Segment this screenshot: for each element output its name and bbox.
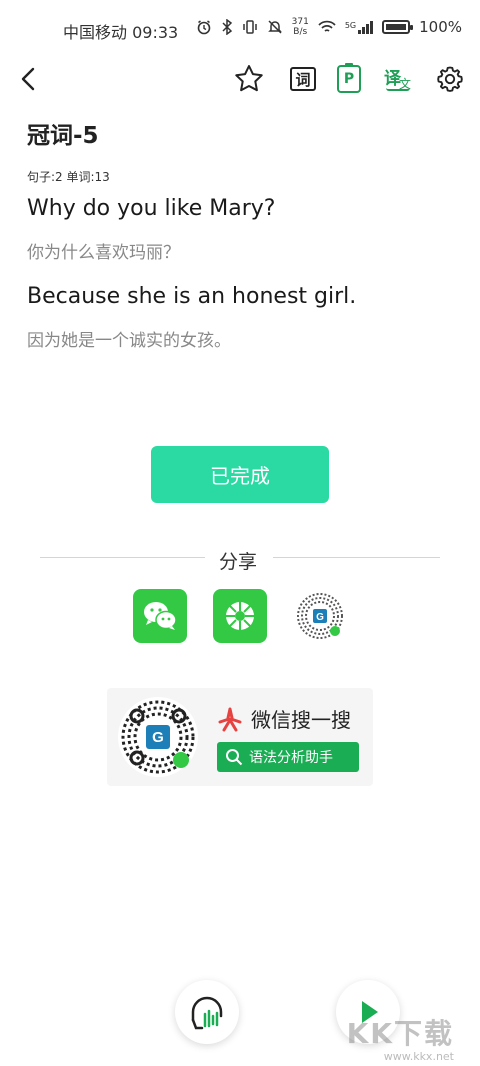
sentence-en[interactable]: Because she is an honest girl.: [27, 284, 356, 309]
favorite-button[interactable]: [232, 62, 266, 96]
share-label: 分享: [219, 551, 258, 573]
share-moments-button[interactable]: [213, 589, 267, 643]
lesson-counts: 句子:2 单词:13: [27, 170, 110, 184]
watermark-url: www.kkx.net: [383, 1050, 454, 1063]
miniprogram-qr-code: G: [117, 696, 199, 778]
network-type: 5G: [344, 20, 357, 30]
mute-bell-icon: [267, 20, 282, 34]
share-wechat-button[interactable]: [133, 589, 187, 643]
sentence-en[interactable]: Why do you like Mary?: [27, 196, 275, 221]
gear-icon: [437, 66, 463, 92]
vocab-icon: 词: [290, 67, 316, 91]
pinyin-button[interactable]: P: [332, 62, 366, 96]
settings-button[interactable]: [433, 62, 467, 96]
carrier-time: 中国移动 09:33: [63, 23, 179, 42]
headphone-waveform-icon: [191, 996, 223, 1030]
clipboard-p-icon: P: [337, 63, 361, 93]
status-icons: 371 B/s 5G 100%: [196, 17, 462, 37]
svg-text:G: G: [152, 729, 164, 746]
qr-code-icon: G: [118, 697, 198, 777]
listen-button[interactable]: [175, 980, 239, 1044]
wechat-search-button-text: 语法分析助手: [249, 750, 333, 766]
moments-shutter-icon: [226, 602, 254, 630]
vocab-button[interactable]: 词: [286, 62, 320, 96]
share-miniprogram-button[interactable]: G: [293, 589, 347, 643]
sentence-cn: 因为她是一个诚实的女孩。: [27, 331, 231, 351]
bluetooth-icon: [222, 19, 232, 35]
wechat-search-button[interactable]: 语法分析助手: [217, 742, 359, 772]
alarm-icon: [197, 20, 210, 35]
completed-button[interactable]: 已完成: [151, 446, 329, 503]
miniprogram-code-icon: G: [295, 591, 345, 641]
sentence-cn: 你为什么喜欢玛丽？: [27, 243, 180, 263]
divider-left: [40, 557, 205, 558]
translate-button[interactable]: 译 文: [381, 62, 415, 96]
search-icon: [226, 749, 243, 766]
wechat-search-card[interactable]: G 微信搜一搜 语法分析助手: [107, 688, 373, 786]
net-speed-value: 371: [291, 17, 309, 27]
star-icon: [235, 65, 263, 92]
wifi-icon: [318, 20, 336, 32]
back-button[interactable]: [14, 64, 44, 94]
wechat-search-title-text: 微信搜一搜: [251, 708, 351, 732]
wechat-search-logo-icon: [218, 707, 242, 731]
translate-icon: 译 文: [382, 64, 414, 94]
status-bar: 中国移动 09:33 371 B/s 5G 100%: [0, 0, 480, 56]
watermark-logo: KK下载: [346, 1017, 454, 1050]
lesson-title: 冠词-5: [27, 123, 99, 149]
wechat-search-title: 微信搜一搜: [217, 704, 351, 733]
p-icon-char: P: [343, 71, 355, 87]
battery-icon: [382, 20, 414, 34]
signal-icon: 5G: [344, 20, 374, 34]
toolbar: 词 P 译 文: [0, 56, 480, 102]
battery-percent: 100%: [419, 18, 462, 36]
battery-fill: [386, 24, 407, 30]
wechat-icon: [144, 602, 177, 630]
net-speed: 371 B/s: [292, 17, 309, 37]
net-speed-unit: B/s: [293, 27, 308, 37]
vibrate-icon: [242, 20, 257, 34]
chevron-left-icon: [21, 67, 35, 91]
svg-text:G: G: [316, 612, 324, 623]
divider-right: [273, 557, 440, 558]
